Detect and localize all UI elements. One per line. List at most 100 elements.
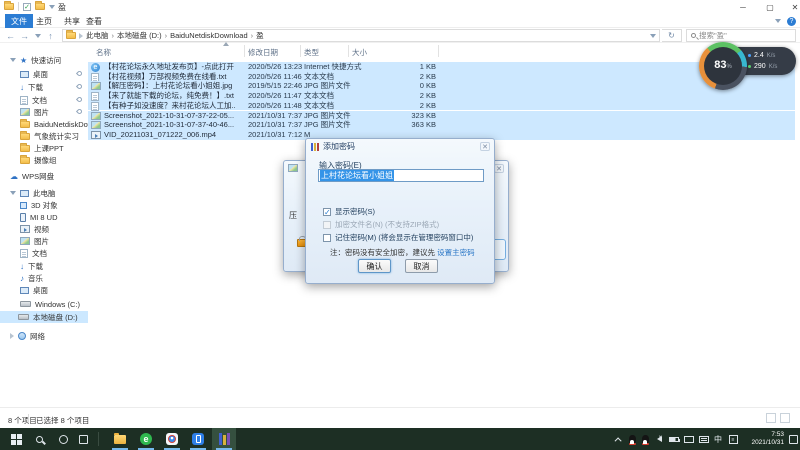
sidebar-item-documents-pin[interactable]: 文档 <box>18 94 88 106</box>
tab-home[interactable]: 主页 <box>30 14 58 28</box>
properties-icon[interactable]: ✓ <box>23 3 31 11</box>
expand-icon[interactable] <box>10 58 16 62</box>
taskbar-browser-icon[interactable]: e <box>134 428 158 450</box>
close-icon[interactable]: ✕ <box>480 142 490 151</box>
action-center-icon[interactable] <box>786 428 800 450</box>
recent-locations-icon[interactable] <box>31 29 44 42</box>
thumbnail-view-icon[interactable] <box>780 413 790 423</box>
forward-button[interactable]: → <box>18 29 31 42</box>
sidebar-item-drive-d[interactable]: 本地磁盘 (D:) <box>0 311 88 323</box>
folder-icon <box>20 145 30 152</box>
address-dropdown-icon[interactable] <box>650 34 656 38</box>
sidebar-item-ppt-folder[interactable]: 上课PPT <box>18 142 64 154</box>
quick-access-toolbar: ✓ <box>4 2 55 11</box>
breadcrumb-baidunetdisk[interactable]: BaiduNetdiskDownload <box>170 31 248 40</box>
sidebar-item-documents[interactable]: 文档 <box>18 247 47 259</box>
sidebar-item-weather-folder[interactable]: 气象统计实习 <box>18 130 79 142</box>
upload-dot-icon <box>748 54 751 57</box>
taskbar-baidu-netdisk-icon[interactable] <box>160 428 184 450</box>
back-button[interactable]: ← <box>4 29 17 42</box>
close-button[interactable]: ✕ <box>780 0 800 14</box>
details-view-icon[interactable] <box>766 413 776 423</box>
ime-indicator[interactable]: 中 <box>712 428 724 450</box>
sidebar-item-downloads-pin[interactable]: ↓下载 <box>18 81 88 93</box>
qat-dropdown-icon[interactable] <box>49 5 55 9</box>
table-row[interactable]: Screenshot_2021-10-31-07-37-40-46... 202… <box>88 120 795 130</box>
search-icon <box>691 33 696 38</box>
up-button[interactable]: ↑ <box>44 29 57 42</box>
sidebar-item-downloads[interactable]: ↓下载 <box>18 260 43 272</box>
taskbar-phone-app-icon[interactable] <box>186 428 210 450</box>
qq-icon[interactable] <box>639 428 651 450</box>
column-header-type[interactable]: 类型 <box>304 47 319 58</box>
collapse-icon[interactable] <box>10 333 14 339</box>
tab-view[interactable]: 查看 <box>80 14 108 28</box>
password-input[interactable]: 上村花论坛看小姐姐 <box>318 169 484 182</box>
encrypt-filenames-checkbox: 加密文件名(N) (不支持ZIP格式) <box>323 219 439 230</box>
taskbar-winrar-icon[interactable] <box>212 428 236 450</box>
taskbar-search-icon[interactable] <box>30 428 48 450</box>
sidebar-item-mi8[interactable]: MI 8 UD <box>18 211 58 223</box>
volume-muted-icon[interactable] <box>652 428 666 450</box>
sidebar-item-camera-folder[interactable]: 摄像组 <box>18 154 57 166</box>
winrar-icon <box>311 143 319 151</box>
new-folder-icon[interactable] <box>35 3 45 10</box>
start-button[interactable] <box>6 428 26 450</box>
table-row[interactable]: 【解压密码】：上村花论坛看小姐姐.jpg 2019/5/15 22:46 JPG… <box>88 81 795 91</box>
sidebar-item-videos[interactable]: 视频 <box>18 223 49 235</box>
checkbox-checked-icon[interactable]: ✓ <box>323 208 331 216</box>
sidebar-item-pictures[interactable]: 图片 <box>18 235 49 247</box>
touch-keyboard-icon[interactable] <box>697 428 711 450</box>
close-icon[interactable]: ✕ <box>494 164 504 173</box>
memory-gauge[interactable]: 83% <box>699 42 747 90</box>
task-view-icon[interactable] <box>74 428 92 450</box>
sidebar-item-desktop[interactable]: 桌面 <box>18 284 48 296</box>
sidebar-item-this-pc[interactable]: 此电脑 <box>8 187 56 199</box>
sidebar-item-3d-objects[interactable]: 3D 对象 <box>18 199 58 211</box>
refresh-button[interactable]: ↻ <box>662 29 682 42</box>
sidebar-item-network[interactable]: 网络 <box>8 330 45 342</box>
qq-icon[interactable] <box>626 428 638 450</box>
list-header: 名称 修改日期 类型 大小 <box>88 44 795 58</box>
column-header-date[interactable]: 修改日期 <box>248 47 278 58</box>
set-master-password-link[interactable]: 设置主密码 <box>437 248 475 257</box>
ok-button[interactable]: 确认 <box>358 259 391 273</box>
search-box[interactable]: 搜索"盈" <box>686 29 796 42</box>
address-bar[interactable]: 此电脑 › 本地磁盘 (D:) › BaiduNetdiskDownload ›… <box>62 29 660 42</box>
display-icon[interactable] <box>682 428 696 450</box>
table-row[interactable]: Screenshot_2021-10-31-07-37-22-05... 202… <box>88 111 795 121</box>
battery-icon[interactable] <box>667 428 681 450</box>
cortana-icon[interactable] <box>54 428 72 450</box>
tray-expand-icon[interactable] <box>612 428 626 450</box>
sidebar-item-desktop-pin[interactable]: 桌面 <box>18 68 88 80</box>
show-password-checkbox[interactable]: ✓ 显示密码(S) <box>323 206 375 217</box>
ribbon-expand-icon[interactable] <box>775 19 781 23</box>
sidebar-item-wps-cloud[interactable]: ☁WPS网盘 <box>8 170 54 182</box>
checkbox-unchecked-icon[interactable] <box>323 234 331 242</box>
table-row[interactable]: 【村花视频】万部视频免费在线看.txt 2020/5/26 11:46 文本文档… <box>88 72 795 82</box>
minimize-button[interactable]: ─ <box>728 0 758 14</box>
tab-file[interactable]: 文件 <box>5 14 33 28</box>
sidebar-item-music[interactable]: ♪音乐 <box>18 272 43 284</box>
table-row[interactable]: e 【村花论坛永久地址发布页】-点此打开 2020/5/26 13:23 Int… <box>88 62 795 72</box>
sidebar-item-pictures-pin[interactable]: 图片 <box>18 106 88 118</box>
sidebar-item-quick-access[interactable]: ★快速访问 <box>8 54 61 66</box>
cancel-button[interactable]: 取消 <box>405 259 438 273</box>
breadcrumb-this-pc[interactable]: 此电脑 <box>86 30 109 41</box>
sidebar-item-drive-c[interactable]: Windows (C:) <box>18 298 80 310</box>
taskbar-clock[interactable]: 7:53 2021/10/31 <box>742 428 784 450</box>
document-icon <box>20 96 28 105</box>
remember-password-checkbox[interactable]: 记住密码(M) (将会显示在管理密码窗口中) <box>323 232 473 243</box>
sidebar-item-baidunetdisk[interactable]: BaiduNetdiskDow <box>18 118 93 130</box>
folder-icon <box>20 121 30 128</box>
column-header-name[interactable]: 名称 <box>96 47 111 58</box>
table-row[interactable]: 【有种子如没速度？来村花论坛人工加.. 2020/5/26 11:48 文本文档… <box>88 101 795 111</box>
expand-icon[interactable] <box>10 191 16 195</box>
help-icon[interactable]: ? <box>787 17 796 26</box>
input-method-icon[interactable]: ≡ <box>726 428 740 450</box>
table-row[interactable]: 【来了就能下载的论坛，纯免费！】.txt 2020/5/26 11:47 文本文… <box>88 91 795 101</box>
taskbar-explorer-icon[interactable] <box>108 428 132 450</box>
column-header-size[interactable]: 大小 <box>352 47 367 58</box>
breadcrumb-current[interactable]: 盈 <box>256 30 264 41</box>
breadcrumb-drive-d[interactable]: 本地磁盘 (D:) <box>117 30 162 41</box>
